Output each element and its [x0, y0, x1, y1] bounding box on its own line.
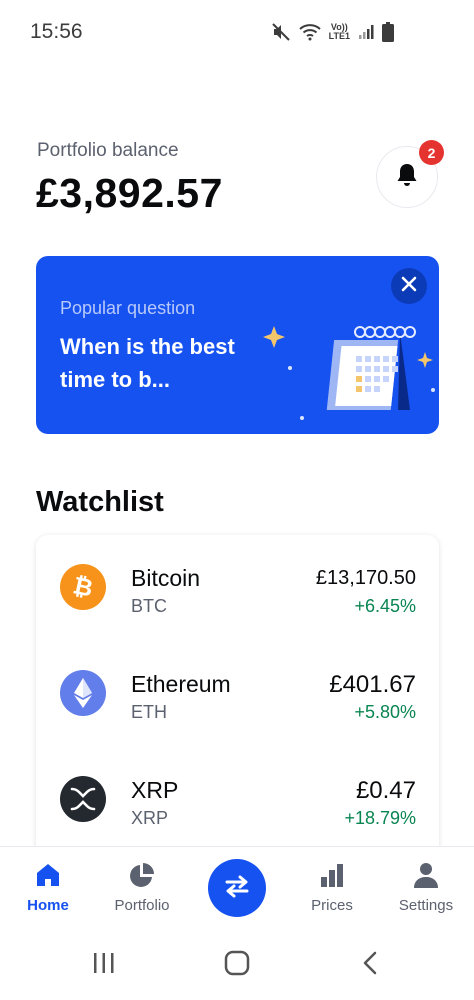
- recent-apps-icon: [92, 952, 116, 979]
- bell-icon: [395, 162, 419, 193]
- portfolio-balance-label: Portfolio balance: [37, 140, 179, 161]
- bar-chart-icon: [287, 861, 377, 889]
- bottom-nav: Home Portfolio Prices Settings: [0, 846, 474, 930]
- asset-change: +18.79%: [344, 808, 416, 828]
- back-button[interactable]: [350, 950, 390, 980]
- recent-apps-button[interactable]: [84, 950, 124, 980]
- calendar-illustration: [260, 284, 439, 424]
- home-square-icon: [224, 950, 250, 981]
- watchlist-heading: Watchlist: [36, 486, 164, 518]
- system-nav-bar: [0, 930, 474, 1000]
- xrp-icon: [60, 776, 106, 822]
- nav-settings[interactable]: Settings: [381, 861, 471, 931]
- asset-ticker: XRP: [131, 808, 169, 828]
- asset-price: £0.47: [355, 777, 416, 804]
- pie-chart-icon: [97, 861, 187, 889]
- status-bar: 15:56 Vo)) LTE1: [0, 0, 474, 64]
- home-icon: [3, 861, 93, 889]
- nav-label: Settings: [398, 897, 454, 914]
- battery-icon: [382, 22, 394, 42]
- nav-home[interactable]: Home: [3, 861, 93, 931]
- trade-button[interactable]: [208, 859, 266, 917]
- promo-title: When is the best time to b...: [60, 334, 235, 392]
- asset-price: £401.67: [329, 671, 416, 698]
- nav-label: Prices: [311, 897, 353, 914]
- bitcoin-icon: ₿: [60, 564, 106, 610]
- lte-label: LTE1: [328, 31, 350, 41]
- watchlist-card: ₿ Bitcoin BTC £13,170.50 +6.45% Ethereum…: [36, 535, 439, 865]
- watchlist-row-xrp[interactable]: XRP XRP £0.47 +18.79%: [36, 747, 439, 847]
- asset-ticker: BTC: [131, 596, 167, 616]
- back-chevron-icon: [362, 951, 378, 980]
- asset-name: Bitcoin: [131, 565, 201, 591]
- svg-text:₿: ₿: [71, 573, 95, 601]
- nav-prices[interactable]: Prices: [287, 861, 377, 931]
- watchlist-row-bitcoin[interactable]: ₿ Bitcoin BTC £13,170.50 +6.45%: [36, 535, 439, 635]
- home-system-button[interactable]: [217, 950, 257, 980]
- status-time: 15:56: [30, 20, 83, 43]
- promo-kicker: Popular question: [60, 298, 196, 318]
- asset-change: +5.80%: [354, 702, 416, 722]
- watchlist-row-ethereum[interactable]: Ethereum ETH £401.67 +5.80%: [36, 641, 439, 741]
- nav-label: Portfolio: [114, 897, 170, 914]
- portfolio-balance-value: £3,892.57: [36, 170, 223, 216]
- asset-name: Ethereum: [131, 671, 231, 697]
- mute-icon: [271, 22, 291, 42]
- swap-arrows-icon: [223, 874, 251, 903]
- asset-name: XRP: [131, 777, 179, 803]
- status-icons: Vo)) LTE1: [271, 20, 394, 44]
- asset-price: £13,170.50: [315, 567, 416, 589]
- notification-badge: 2: [419, 140, 444, 165]
- signal-icon: [358, 24, 374, 40]
- asset-change: +6.45%: [354, 596, 416, 616]
- nav-portfolio[interactable]: Portfolio: [97, 861, 187, 931]
- promo-close-button[interactable]: [391, 268, 427, 304]
- volte-lte-icon: Vo)) LTE1: [329, 23, 350, 41]
- close-icon: [401, 276, 417, 297]
- nav-label: Home: [27, 897, 69, 914]
- ethereum-icon: [60, 670, 106, 716]
- asset-ticker: ETH: [131, 702, 167, 722]
- user-icon: [381, 861, 471, 889]
- promo-card[interactable]: Popular question When is the best time t…: [36, 256, 439, 434]
- wifi-icon: [298, 23, 321, 41]
